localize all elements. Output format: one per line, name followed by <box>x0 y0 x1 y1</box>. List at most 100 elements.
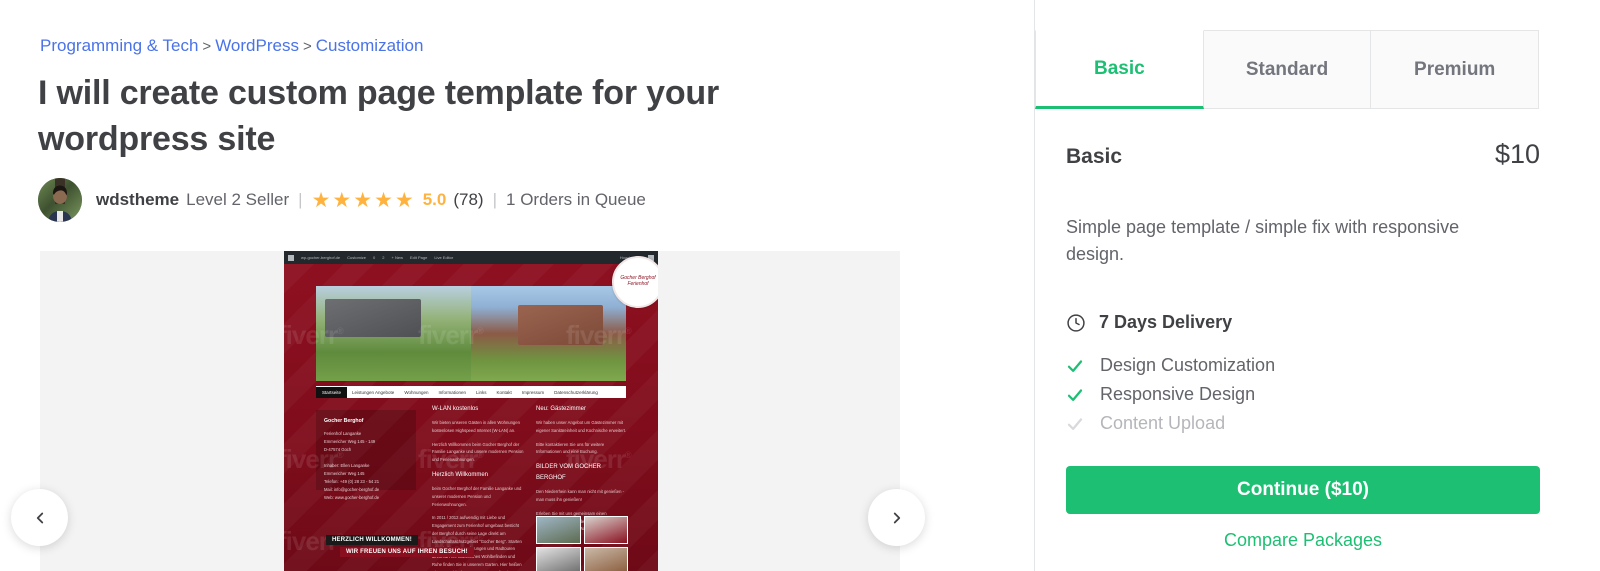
tab-basic[interactable]: Basic <box>1035 30 1204 109</box>
rating-stars: ★ ★ ★ ★ ★ <box>312 190 416 211</box>
contact-line: Inhaber: Ellen Langanke <box>324 462 370 468</box>
preview-photo-grid <box>536 516 628 571</box>
feature-item: Responsive Design <box>1066 380 1540 409</box>
contact-line: Web: www.gocher-berghof.de <box>324 494 380 500</box>
feature-item: Design Customization <box>1066 351 1540 380</box>
breadcrumb-separator: > <box>302 38 312 55</box>
column-heading: BILDER VOM GOCHER BERGHOF <box>536 464 602 482</box>
star-icon: ★ <box>353 188 373 212</box>
orders-in-queue: 1 Orders in Queue <box>506 190 646 209</box>
column-paragraph: Bitte kontaktieren Sie uns für weitere I… <box>536 441 605 455</box>
photo-thumbnail <box>583 547 628 571</box>
star-icon: ★ <box>311 188 331 212</box>
star-icon: ★ <box>374 188 393 212</box>
photo-thumbnail <box>583 516 628 544</box>
seller-info-row: wdstheme Level 2 Seller | ★ ★ ★ ★ ★ 5.0 … <box>38 178 646 222</box>
contact-line: Ferienhof Langanke <box>324 430 362 436</box>
star-icon: ★ <box>394 188 414 212</box>
gig-page: Programming & Tech > WordPress > Customizati… <box>0 0 1600 571</box>
nav-item: Links <box>476 389 487 395</box>
clock-icon <box>1066 313 1086 333</box>
hero-caption-primary: HERZLICH WILLKOMMEN! <box>326 535 418 545</box>
feature-label: Responsive Design <box>1100 384 1256 404</box>
tab-premium[interactable]: Premium <box>1371 30 1540 109</box>
pricing-panel: Basic Standard Premium Basic $10 Simple … <box>1034 0 1600 571</box>
admin-bar-item: Live Editor <box>434 255 454 260</box>
nav-item: Wohnungen <box>404 389 429 395</box>
column-paragraph: beim Gocher Berghof der Familie Langanke… <box>432 486 522 507</box>
wordpress-logo-icon <box>288 254 294 261</box>
photo-thumbnail <box>536 516 581 544</box>
star-icon: ★ <box>332 188 352 212</box>
gallery-slide-preview: wp-gocher-berghof.de Customize 0 2 + New… <box>284 251 658 571</box>
admin-bar-item: wp-gocher-berghof.de <box>301 255 341 260</box>
rating-score: 5.0 <box>422 190 447 209</box>
gallery-next-button[interactable] <box>868 489 925 546</box>
contact-line: Emmericher Weg 145 <box>324 470 365 476</box>
delivery-time: 7 Days Delivery <box>1066 312 1540 333</box>
hero-caption-secondary: WIR FREUEN UNS AUF IHREN BESUCH! <box>340 547 474 557</box>
nav-item: Leistungen Angebote <box>352 389 395 395</box>
contact-card-title: Gocher Berghof <box>324 418 364 424</box>
package-header: Basic $10 <box>1066 139 1540 170</box>
seller-level-badge: Level 2 Seller <box>186 190 290 209</box>
package-name: Basic <box>1066 145 1123 168</box>
check-icon <box>1066 357 1084 375</box>
column-heading: Herzlich Willkommen <box>432 471 489 478</box>
hero-image-right <box>471 286 626 381</box>
column-heading: W-LAN kostenlos <box>432 406 479 412</box>
contact-line: Emmericher Weg 145 - 149 <box>324 438 376 444</box>
rating-count: (78) <box>453 190 484 209</box>
divider: | <box>492 190 498 209</box>
column-paragraph: Wir haben unser Angebot um Gästezimmer m… <box>536 420 627 433</box>
package-details: Basic $10 Simple page template / simple … <box>1066 139 1540 438</box>
compare-packages-link[interactable]: Compare Packages <box>1066 530 1540 551</box>
feature-label: Content Upload <box>1100 413 1226 433</box>
package-price: $10 <box>1494 139 1540 169</box>
nav-item: Kontakt <box>496 389 512 395</box>
contact-line: Mail: info@gocher-berghof.de <box>324 486 380 492</box>
feature-label: Design Customization <box>1100 355 1276 375</box>
divider: | <box>298 190 303 209</box>
package-description: Simple page template / simple fix with r… <box>1066 217 1460 264</box>
breadcrumb-link-category[interactable]: Programming & Tech <box>40 36 198 55</box>
nav-item: Datenschutzerklärung <box>554 389 598 395</box>
chevron-left-icon <box>36 512 43 523</box>
breadcrumb: Programming & Tech > WordPress > Customizati… <box>40 34 423 59</box>
contact-line: Telefon: +49 (0) 28 23 - 54 21 <box>324 478 380 484</box>
breadcrumb-link-nested-subcategory[interactable]: Customization <box>316 36 424 55</box>
feature-item-disabled: Content Upload <box>1066 409 1540 438</box>
preview-contact-card: Gocher Berghof Ferienhof Langanke Emmeri… <box>316 410 416 500</box>
tab-standard[interactable]: Standard <box>1203 30 1372 109</box>
preview-hero-images <box>316 286 626 381</box>
preview-column-middle: W-LAN kostenlos Wir bieten unseren Gäste… <box>432 404 524 571</box>
avatar[interactable] <box>38 178 82 222</box>
admin-bar-item: Customize <box>347 255 367 260</box>
feature-list: Design Customization Responsive Design C… <box>1066 351 1540 438</box>
site-logo-badge: Gocher Berghof Ferienhof <box>612 256 658 308</box>
check-icon-disabled <box>1066 415 1084 433</box>
admin-bar-item: 0 <box>373 255 376 260</box>
gallery-prev-button[interactable] <box>11 489 68 546</box>
column-heading: Neu: Gästezimmer <box>536 406 587 412</box>
nav-item: Impressum <box>521 389 545 395</box>
contact-line: D-47574 Goch <box>324 446 352 452</box>
chevron-right-icon <box>893 512 900 523</box>
hero-image-left <box>316 286 471 381</box>
column-paragraph: Herzlich Willkommen beim Gocher Berghof … <box>432 441 524 463</box>
gig-main-column: Programming & Tech > WordPress > Customizati… <box>0 0 1034 571</box>
admin-bar-item: Edit Page <box>409 255 428 260</box>
admin-bar-item: 2 <box>382 255 385 260</box>
column-paragraph: Den Niederrhein kann man nicht mit genie… <box>536 489 624 503</box>
column-paragraph: In 2011 / 2012 aufwendig mit Liebe und E… <box>432 515 522 571</box>
delivery-label: 7 Days Delivery <box>1099 312 1233 332</box>
breadcrumb-link-subcategory[interactable]: WordPress <box>215 36 299 55</box>
breadcrumb-separator: > <box>202 38 212 55</box>
admin-bar-item: + New <box>391 255 403 260</box>
package-tabs: Basic Standard Premium <box>1035 30 1540 109</box>
continue-button[interactable]: Continue ($10) <box>1066 466 1540 514</box>
nav-item: Informationen <box>438 389 467 395</box>
gig-gallery[interactable]: wp-gocher-berghof.de Customize 0 2 + New… <box>40 251 900 571</box>
seller-name[interactable]: wdstheme <box>96 190 179 210</box>
preview-site-body: fiverr fiverr fiverr fiverr fiverr fiver… <box>284 256 658 571</box>
